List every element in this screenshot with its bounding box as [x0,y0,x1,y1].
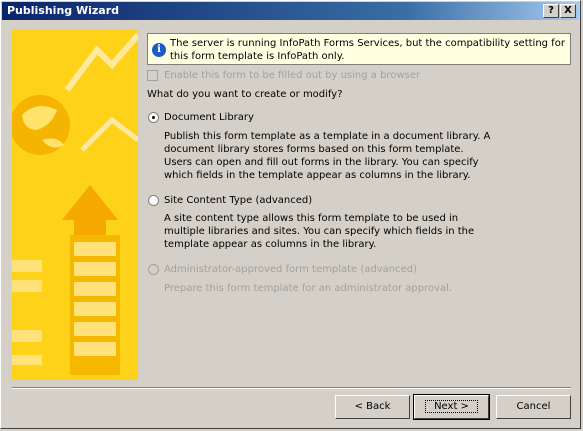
close-button[interactable]: X [560,4,576,18]
wizard-banner-image [12,30,138,380]
document-library-radio[interactable] [148,112,159,123]
next-button-label: Next > [425,400,478,413]
admin-approved-radio[interactable] [148,264,159,275]
browser-enable-checkbox[interactable] [147,70,158,81]
browser-enable-label: Enable this form to be filled out by usi… [164,70,421,81]
site-content-type-label[interactable]: Site Content Type (advanced) [164,195,312,206]
cancel-button[interactable]: Cancel [496,395,571,419]
next-button[interactable]: Next > [413,394,490,420]
info-icon: i [152,43,166,57]
document-library-description: Publish this form template as a template… [164,131,491,181]
document-library-label[interactable]: Document Library [164,112,254,123]
admin-approved-label[interactable]: Administrator-approved form template (ad… [164,264,417,275]
help-button[interactable]: ? [543,4,559,18]
back-button[interactable]: < Back [335,395,410,419]
publishing-wizard-window: Publishing Wizard ? X i The server is ru… [0,0,581,429]
banner-art-icon [12,30,138,380]
admin-approved-description: Prepare this form template for an admini… [164,283,453,294]
window-title: Publishing Wizard [7,4,120,17]
site-content-type-description: A site content type allows this form tem… [164,213,475,250]
site-content-type-radio[interactable] [148,195,159,206]
info-bar: i The server is running InfoPath Forms S… [147,33,571,65]
info-message: The server is running InfoPath Forms Ser… [170,38,565,62]
button-separator [12,387,571,389]
title-bar[interactable]: Publishing Wizard ? X [2,2,579,20]
question-label: What do you want to create or modify? [147,89,343,100]
